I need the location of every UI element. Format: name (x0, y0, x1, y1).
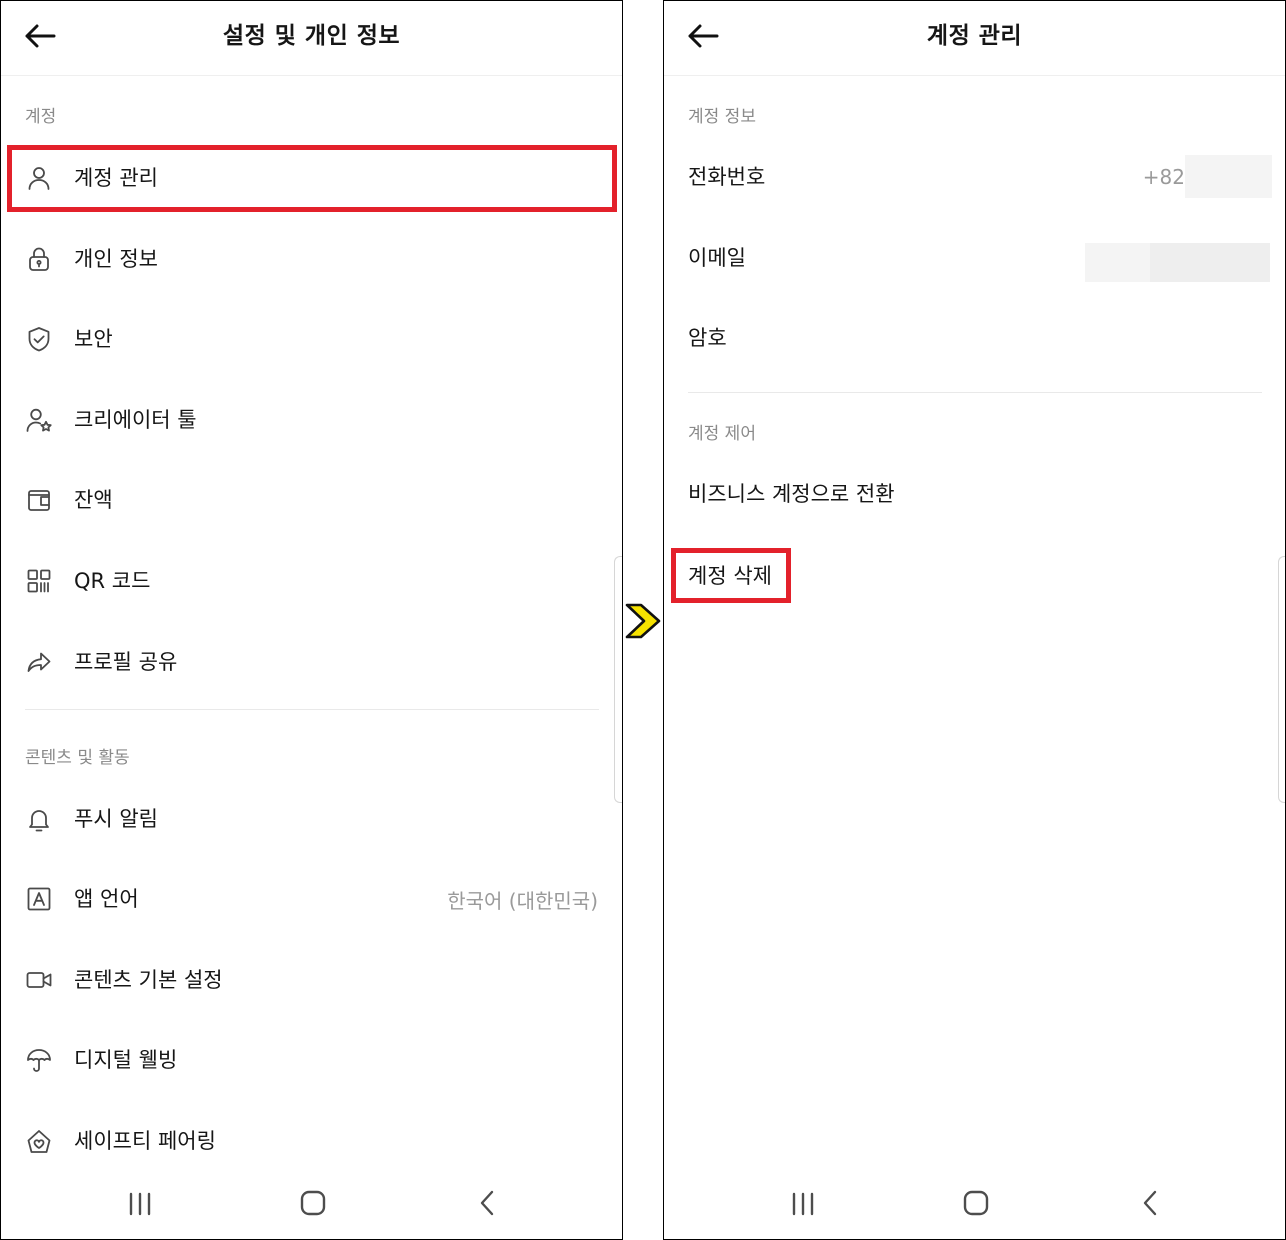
menu-item-label: 개인 정보 (74, 247, 158, 271)
creator-star-icon (25, 406, 55, 434)
shield-check-icon (25, 325, 55, 353)
masked-email (1085, 243, 1150, 282)
section-label-account: 계정 (25, 107, 57, 127)
menu-item-delete-account[interactable]: 계정 삭제 (664, 536, 1285, 616)
scroll-indicator[interactable] (1278, 556, 1285, 803)
menu-item-label: 디지털 웰빙 (74, 1048, 178, 1072)
menu-item-label: 프로필 공유 (74, 650, 178, 674)
menu-item-label: 비즈니스 계정으로 전환 (688, 482, 895, 506)
scroll-indicator[interactable] (614, 556, 622, 803)
menu-item-balance[interactable]: 잔액 (1, 460, 622, 540)
section-label-account-control: 계정 제어 (688, 424, 756, 444)
menu-item-label: 보안 (74, 327, 113, 351)
header: 계정 관리 (664, 1, 1285, 76)
recent-apps-icon[interactable] (127, 1192, 153, 1220)
header: 설정 및 개인 정보 (1, 1, 622, 76)
account-management-screen: 계정 관리 계정 정보 전화번호 +82 이메일 암호 계정 제어 비즈니스 계… (663, 0, 1286, 1240)
menu-item-label: 크리에이터 툴 (74, 408, 197, 432)
menu-item-label: 잔액 (74, 488, 113, 512)
menu-item-label: 푸시 알림 (74, 807, 158, 831)
menu-item-phone-number[interactable]: 전화번호 +82 (664, 137, 1285, 217)
menu-item-label: 암호 (688, 326, 727, 350)
menu-item-safety-pairing[interactable]: 세이프티 페어링 (1, 1101, 622, 1181)
video-camera-icon (25, 966, 55, 994)
menu-item-push-notifications[interactable]: 푸시 알림 (1, 779, 622, 859)
share-arrow-icon (25, 648, 55, 676)
phone-number-prefix: +82 (1142, 165, 1185, 189)
qr-code-icon (25, 567, 55, 595)
menu-item-label: 계정 관리 (74, 166, 158, 190)
menu-item-switch-to-business[interactable]: 비즈니스 계정으로 전환 (664, 454, 1285, 534)
bell-icon (25, 805, 55, 833)
menu-item-label: 콘텐츠 기본 설정 (74, 968, 223, 992)
language-icon (25, 885, 55, 913)
home-icon[interactable] (300, 1190, 326, 1220)
menu-item-creator-tools[interactable]: 크리에이터 툴 (1, 380, 622, 460)
yellow-chevron-right-icon (624, 602, 662, 640)
umbrella-icon (25, 1046, 55, 1074)
settings-privacy-screen: 설정 및 개인 정보 계정 계정 관리 개인 정보 보안 크리에이터 툴 잔액 (0, 0, 623, 1240)
masked-email (1150, 243, 1270, 282)
menu-item-password[interactable]: 암호 (664, 298, 1285, 378)
masked-phone-number (1185, 155, 1272, 198)
wallet-icon (25, 486, 55, 514)
section-label-account-info: 계정 정보 (688, 107, 756, 127)
recent-apps-icon[interactable] (790, 1192, 816, 1220)
menu-item-label: 이메일 (688, 246, 746, 270)
menu-item-app-language[interactable]: 앱 언어 한국어 (대한민국) (1, 859, 622, 939)
menu-item-label: 전화번호 (688, 165, 766, 189)
menu-item-label: 앱 언어 (74, 887, 139, 911)
nav-back-icon[interactable] (1142, 1190, 1158, 1220)
menu-item-security[interactable]: 보안 (1, 299, 622, 379)
menu-item-account-management[interactable]: 계정 관리 (1, 138, 622, 218)
section-label-content-activity: 콘텐츠 및 활동 (25, 748, 130, 768)
lock-icon (25, 245, 55, 273)
app-language-value: 한국어 (대한민국) (447, 888, 598, 913)
home-icon[interactable] (963, 1190, 989, 1220)
menu-item-label: 계정 삭제 (688, 564, 772, 588)
menu-item-email[interactable]: 이메일 (664, 218, 1285, 298)
person-icon (25, 164, 55, 192)
menu-item-digital-wellbeing[interactable]: 디지털 웰빙 (1, 1020, 622, 1100)
page-title: 설정 및 개인 정보 (222, 23, 401, 49)
house-heart-icon (25, 1127, 55, 1155)
menu-item-qr-code[interactable]: QR 코드 (1, 541, 622, 621)
nav-back-icon[interactable] (479, 1190, 495, 1220)
menu-item-share-profile[interactable]: 프로필 공유 (1, 622, 622, 702)
menu-item-label: 세이프티 페어링 (74, 1129, 216, 1153)
section-divider (25, 709, 599, 710)
menu-item-personal-info[interactable]: 개인 정보 (1, 219, 622, 299)
page-title: 계정 관리 (926, 23, 1023, 49)
section-divider (688, 392, 1262, 393)
menu-item-content-preferences[interactable]: 콘텐츠 기본 설정 (1, 940, 622, 1020)
menu-item-label: QR 코드 (74, 569, 151, 593)
